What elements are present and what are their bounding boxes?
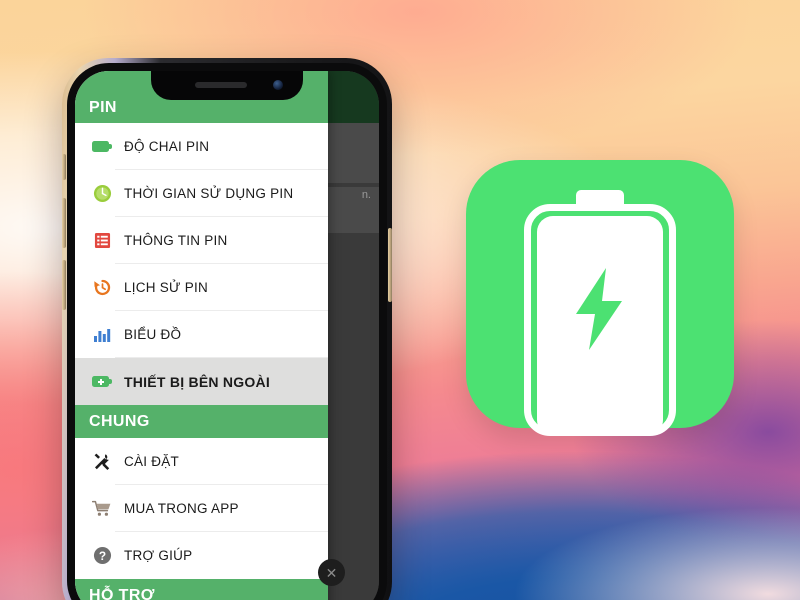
bar-chart-icon xyxy=(89,324,115,346)
drawer-item-lich-su-pin[interactable]: LỊCH SỬ PIN xyxy=(75,264,328,311)
drawer-item-do-chai-pin[interactable]: ĐỘ CHAI PIN xyxy=(75,123,328,170)
navigation-drawer: PIN ĐỘ CHAI PIN THỜI GIAN SỬ DỤNG PIN TH… xyxy=(75,71,328,600)
history-icon xyxy=(89,277,115,299)
section-header-ho-tro: HỖ TRỢ xyxy=(75,579,328,600)
device-notch xyxy=(151,71,303,100)
svg-text:?: ? xyxy=(98,549,105,563)
drawer-item-thoi-gian-su-dung-pin[interactable]: THỜI GIAN SỬ DỤNG PIN xyxy=(75,170,328,217)
drawer-item-label: ĐỘ CHAI PIN xyxy=(124,139,210,154)
drawer-item-thong-tin-pin[interactable]: THÔNG TIN PIN xyxy=(75,217,328,264)
volume-up-button[interactable] xyxy=(62,198,66,248)
clock-icon xyxy=(89,183,115,205)
battery-charging-app-icon[interactable] xyxy=(466,160,734,436)
drawer-item-label: BIỂU ĐỒ xyxy=(124,327,182,342)
drawer-item-label: CÀI ĐẶT xyxy=(124,454,180,469)
section-title: CHUNG xyxy=(89,412,150,430)
drawer-item-cai-dat[interactable]: CÀI ĐẶT xyxy=(75,438,328,485)
drawer-item-tro-giup[interactable]: ? TRỢ GIÚP xyxy=(75,532,328,579)
drawer-item-label: THỜI GIAN SỬ DỤNG PIN xyxy=(124,186,294,201)
volume-down-button[interactable] xyxy=(62,260,66,310)
drawer-item-label: MUA TRONG APP xyxy=(124,501,239,516)
list-info-icon xyxy=(89,230,115,252)
mute-switch-button[interactable] xyxy=(62,154,66,180)
power-button[interactable] xyxy=(388,228,392,302)
section-title: PIN xyxy=(89,99,117,116)
help-circle-icon: ? xyxy=(89,545,115,567)
drawer-item-bieu-do[interactable]: BIỂU ĐỒ xyxy=(75,311,328,358)
drawer-item-mua-trong-app[interactable]: MUA TRONG APP xyxy=(75,485,328,532)
drawer-item-label: THIẾT BỊ BÊN NGOÀI xyxy=(124,373,271,390)
phone-screen: n. ✕ PIN ĐỘ CHAI PIN THỜI GIAN SỬ DỤNG P… xyxy=(75,71,379,600)
behind-text-snippet: n. xyxy=(361,189,371,201)
iphone-device: n. ✕ PIN ĐỘ CHAI PIN THỜI GIAN SỬ DỤNG P… xyxy=(62,58,392,600)
drawer-item-label: LỊCH SỬ PIN xyxy=(124,280,209,295)
shopping-cart-icon xyxy=(89,498,115,520)
drawer-item-label: TRỢ GIÚP xyxy=(124,548,193,563)
drawer-item-label: THÔNG TIN PIN xyxy=(124,233,228,248)
battery-plus-icon xyxy=(89,371,115,393)
section-header-chung: CHUNG xyxy=(75,405,328,438)
screenshot-stage: n. ✕ PIN ĐỘ CHAI PIN THỜI GIAN SỬ DỤNG P… xyxy=(0,0,800,600)
battery-icon xyxy=(89,136,115,158)
close-overlay-button[interactable]: ✕ xyxy=(318,559,345,586)
front-camera xyxy=(273,80,283,90)
earpiece-speaker xyxy=(195,82,247,88)
tools-icon xyxy=(89,451,115,473)
lightning-bolt-icon xyxy=(576,268,622,350)
drawer-item-thiet-bi-ben-ngoai[interactable]: THIẾT BỊ BÊN NGOÀI xyxy=(75,358,328,405)
close-icon: ✕ xyxy=(325,564,338,581)
section-title: HỖ TRỢ xyxy=(89,586,155,600)
